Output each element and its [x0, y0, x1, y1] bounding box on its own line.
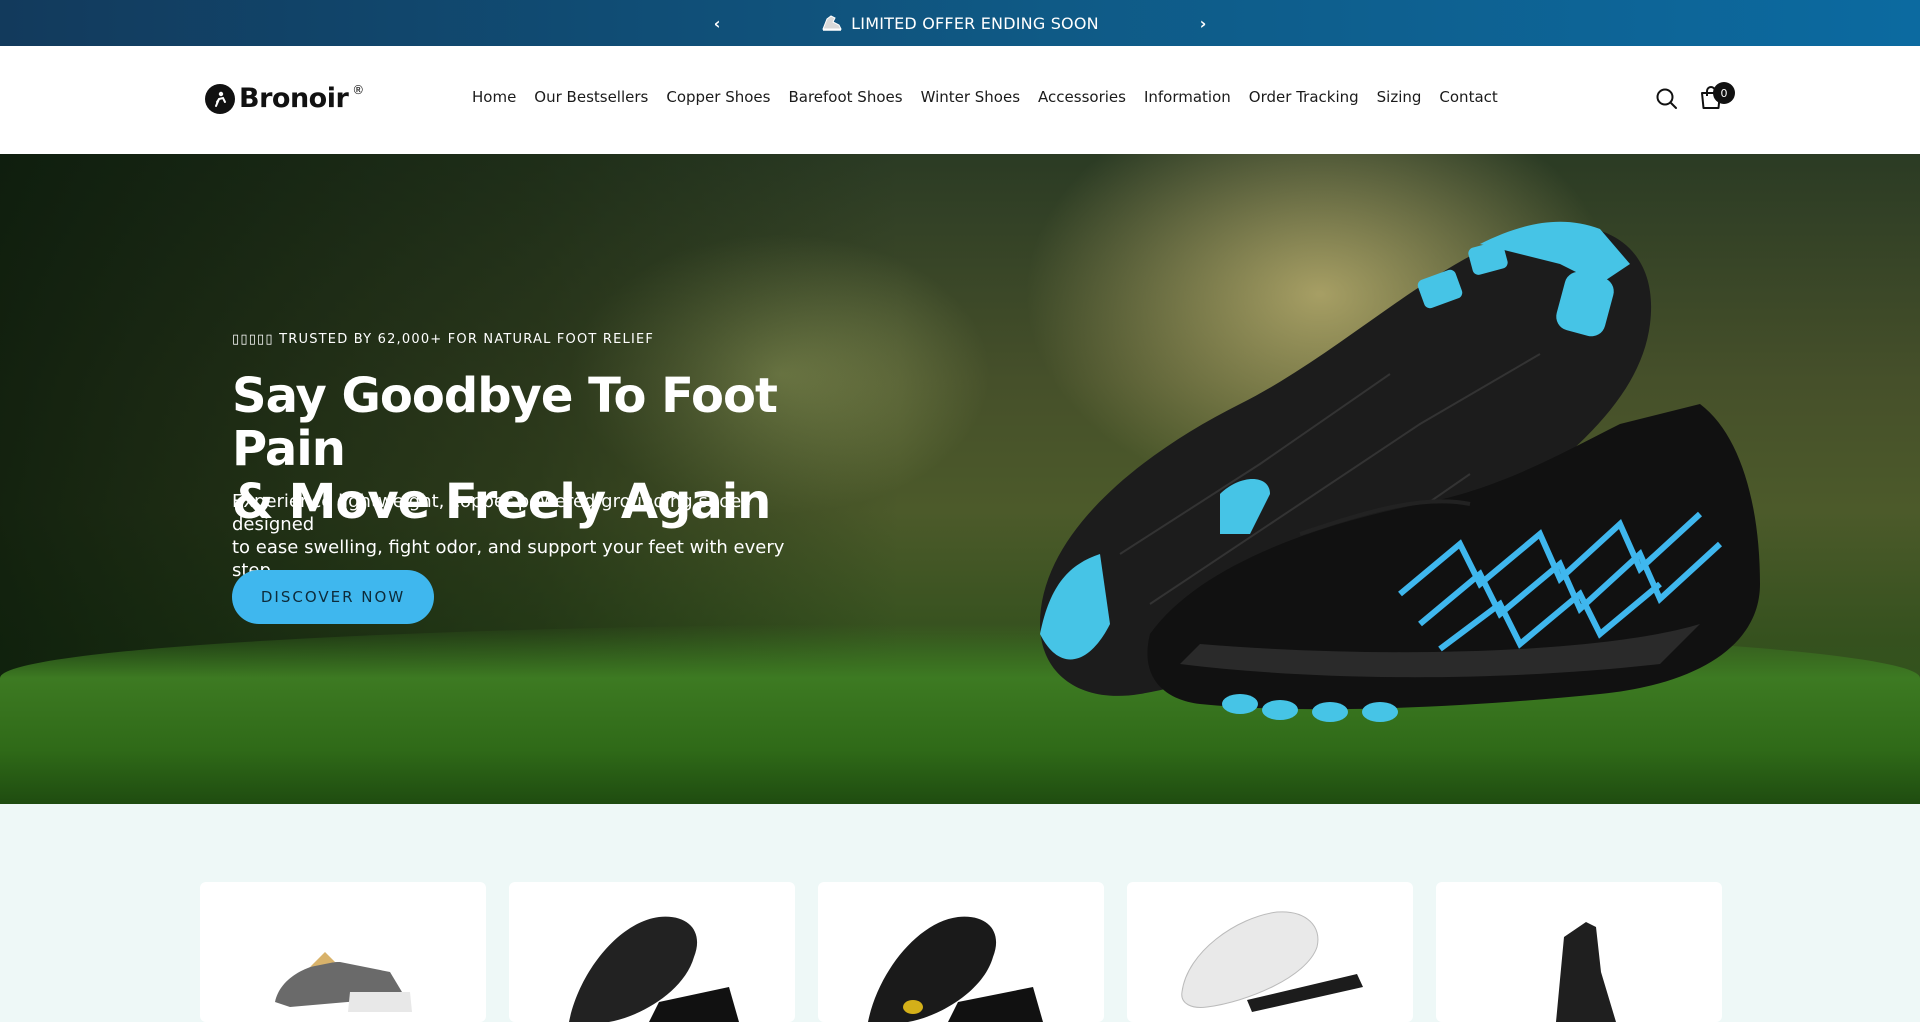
logo-text: Bronoir — [239, 83, 349, 114]
nav-barefoot-shoes[interactable]: Barefoot Shoes — [779, 88, 911, 106]
product-card-gray-barefoot-shoe[interactable] — [200, 882, 486, 1022]
announcement-text: LIMITED OFFER ENDING SOON — [851, 13, 1099, 33]
nav-contact[interactable]: Contact — [1430, 88, 1506, 106]
hero-subtext-line-1: Experience lightweight, copper-powered g… — [232, 491, 751, 535]
nav-order-tracking[interactable]: Order Tracking — [1240, 88, 1368, 106]
chevron-right-icon[interactable]: › — [1192, 12, 1214, 34]
running-shoe-icon — [822, 15, 842, 31]
gray-barefoot-shoe-image — [275, 952, 412, 1012]
announcement-message: LIMITED OFFER ENDING SOON — [821, 13, 1099, 33]
black-yellow-barefoot-shoe-image — [868, 916, 1043, 1022]
hero-shoe-image — [1040, 221, 1760, 722]
black-barefoot-shoe-image — [569, 916, 739, 1022]
hero-eyebrow: ▯▯▯▯▯ TRUSTED BY 62,000+ FOR NATURAL FOO… — [232, 332, 655, 347]
nav-accessories[interactable]: Accessories — [1029, 88, 1135, 106]
product-card-black-yellow-barefoot-shoe[interactable] — [818, 882, 1104, 1022]
site-header: Bronoir ® Home Our Bestsellers Copper Sh… — [0, 46, 1920, 154]
nav-sizing[interactable]: Sizing — [1368, 88, 1431, 106]
main-nav: Home Our Bestsellers Copper Shoes Barefo… — [472, 88, 1507, 106]
hero-subtext: Experience lightweight, copper-powered g… — [232, 490, 832, 582]
cart-count-badge: 0 — [1713, 82, 1735, 104]
product-strip — [0, 804, 1920, 1022]
nav-copper-shoes[interactable]: Copper Shoes — [657, 88, 779, 106]
chevron-left-icon[interactable]: ‹ — [706, 12, 728, 34]
black-winter-boot-image — [1556, 922, 1616, 1022]
nav-home[interactable]: Home — [472, 88, 525, 106]
search-icon[interactable] — [1654, 86, 1680, 112]
logo[interactable]: Bronoir ® — [205, 83, 364, 114]
logo-registered-mark: ® — [352, 82, 365, 97]
product-card-white-insole[interactable] — [1127, 882, 1413, 1022]
hero-banner: ▯▯▯▯▯ TRUSTED BY 62,000+ FOR NATURAL FOO… — [0, 154, 1920, 804]
announcement-bar: ‹ LIMITED OFFER ENDING SOON › — [0, 0, 1920, 46]
logo-mark-icon — [205, 83, 235, 114]
product-card-black-barefoot-shoe[interactable] — [509, 882, 795, 1022]
nav-information[interactable]: Information — [1135, 88, 1240, 106]
product-card-black-winter-boot[interactable] — [1436, 882, 1722, 1022]
nav-winter-shoes[interactable]: Winter Shoes — [912, 88, 1029, 106]
hero-heading-line-1: Say Goodbye To Foot Pain — [232, 368, 778, 477]
discover-now-button[interactable]: DISCOVER NOW — [232, 570, 434, 624]
nav-our-bestsellers[interactable]: Our Bestsellers — [525, 88, 657, 106]
white-insole-image — [1181, 911, 1363, 1012]
